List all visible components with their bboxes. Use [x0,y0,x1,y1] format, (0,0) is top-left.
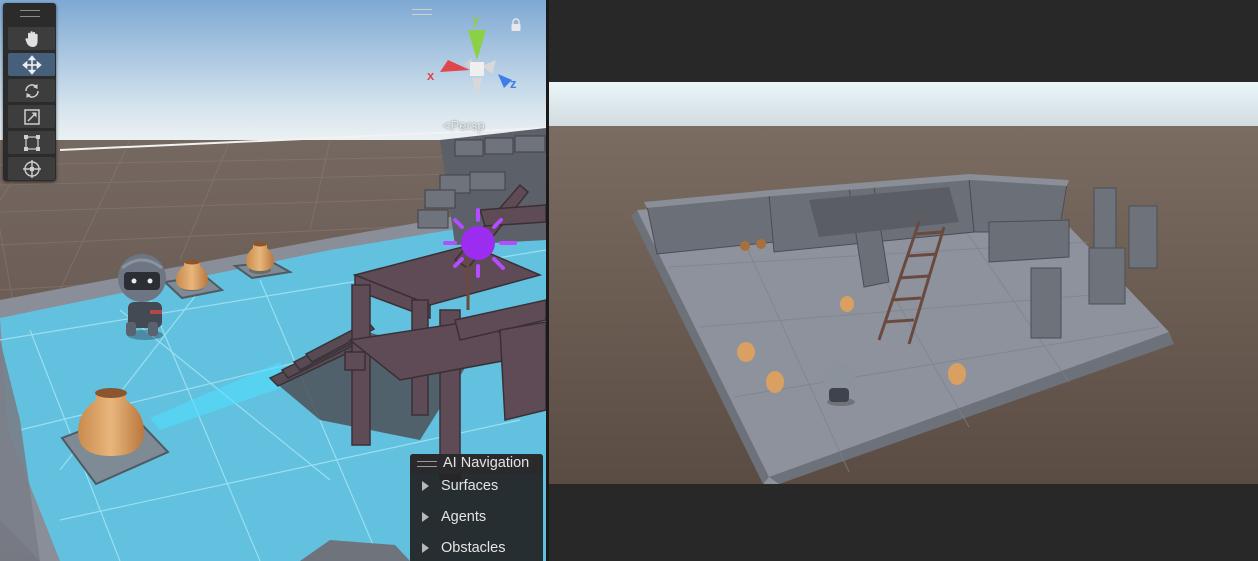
projection-label: Persp [450,118,485,133]
game-view [549,0,1258,561]
game-view-render [549,82,1258,484]
rect-tool-button[interactable] [8,131,55,154]
transform-tool-button[interactable] [8,157,55,180]
ai-nav-item-agents[interactable]: Agents [422,506,486,528]
ai-navigation-title: AI Navigation [443,455,530,471]
rect-transform-icon [23,134,40,151]
gizmo-x-label: x [427,68,435,83]
tool-palette-grip[interactable] [20,10,40,17]
ai-nav-item-obstacles[interactable]: Obstacles [422,537,505,559]
hand-tool-button[interactable] [8,27,55,50]
overlay-grip[interactable] [417,461,437,467]
expand-arrow-icon [422,512,429,522]
ai-navigation-overlay: AI Navigation Surfaces Agents Obstacles [410,454,543,561]
expand-arrow-icon [422,481,429,491]
ai-nav-item-label: Agents [441,509,487,525]
move-icon [21,54,42,75]
move-tool-button[interactable] [8,53,55,76]
ai-nav-item-label: Obstacles [441,540,506,556]
ai-nav-item-surfaces[interactable]: Surfaces [422,475,498,497]
rotate-icon [24,83,39,98]
scale-icon [23,108,40,125]
hand-icon [25,30,38,47]
ai-navigation-header[interactable]: AI Navigation [410,454,543,474]
scale-tool-button[interactable] [8,105,55,128]
gizmo-y-label: y [472,12,480,27]
scene-view[interactable]: y x z <Persp AI Navigation Surfaces Agen… [0,0,546,561]
tool-palette [3,3,56,181]
expand-arrow-icon [422,543,429,553]
projection-toggle[interactable]: <Persp [443,118,485,133]
ai-nav-item-label: Surfaces [441,478,499,494]
rotate-tool-button[interactable] [8,79,55,102]
gizmo-z-label: z [510,76,517,91]
transform-icon [22,159,41,178]
